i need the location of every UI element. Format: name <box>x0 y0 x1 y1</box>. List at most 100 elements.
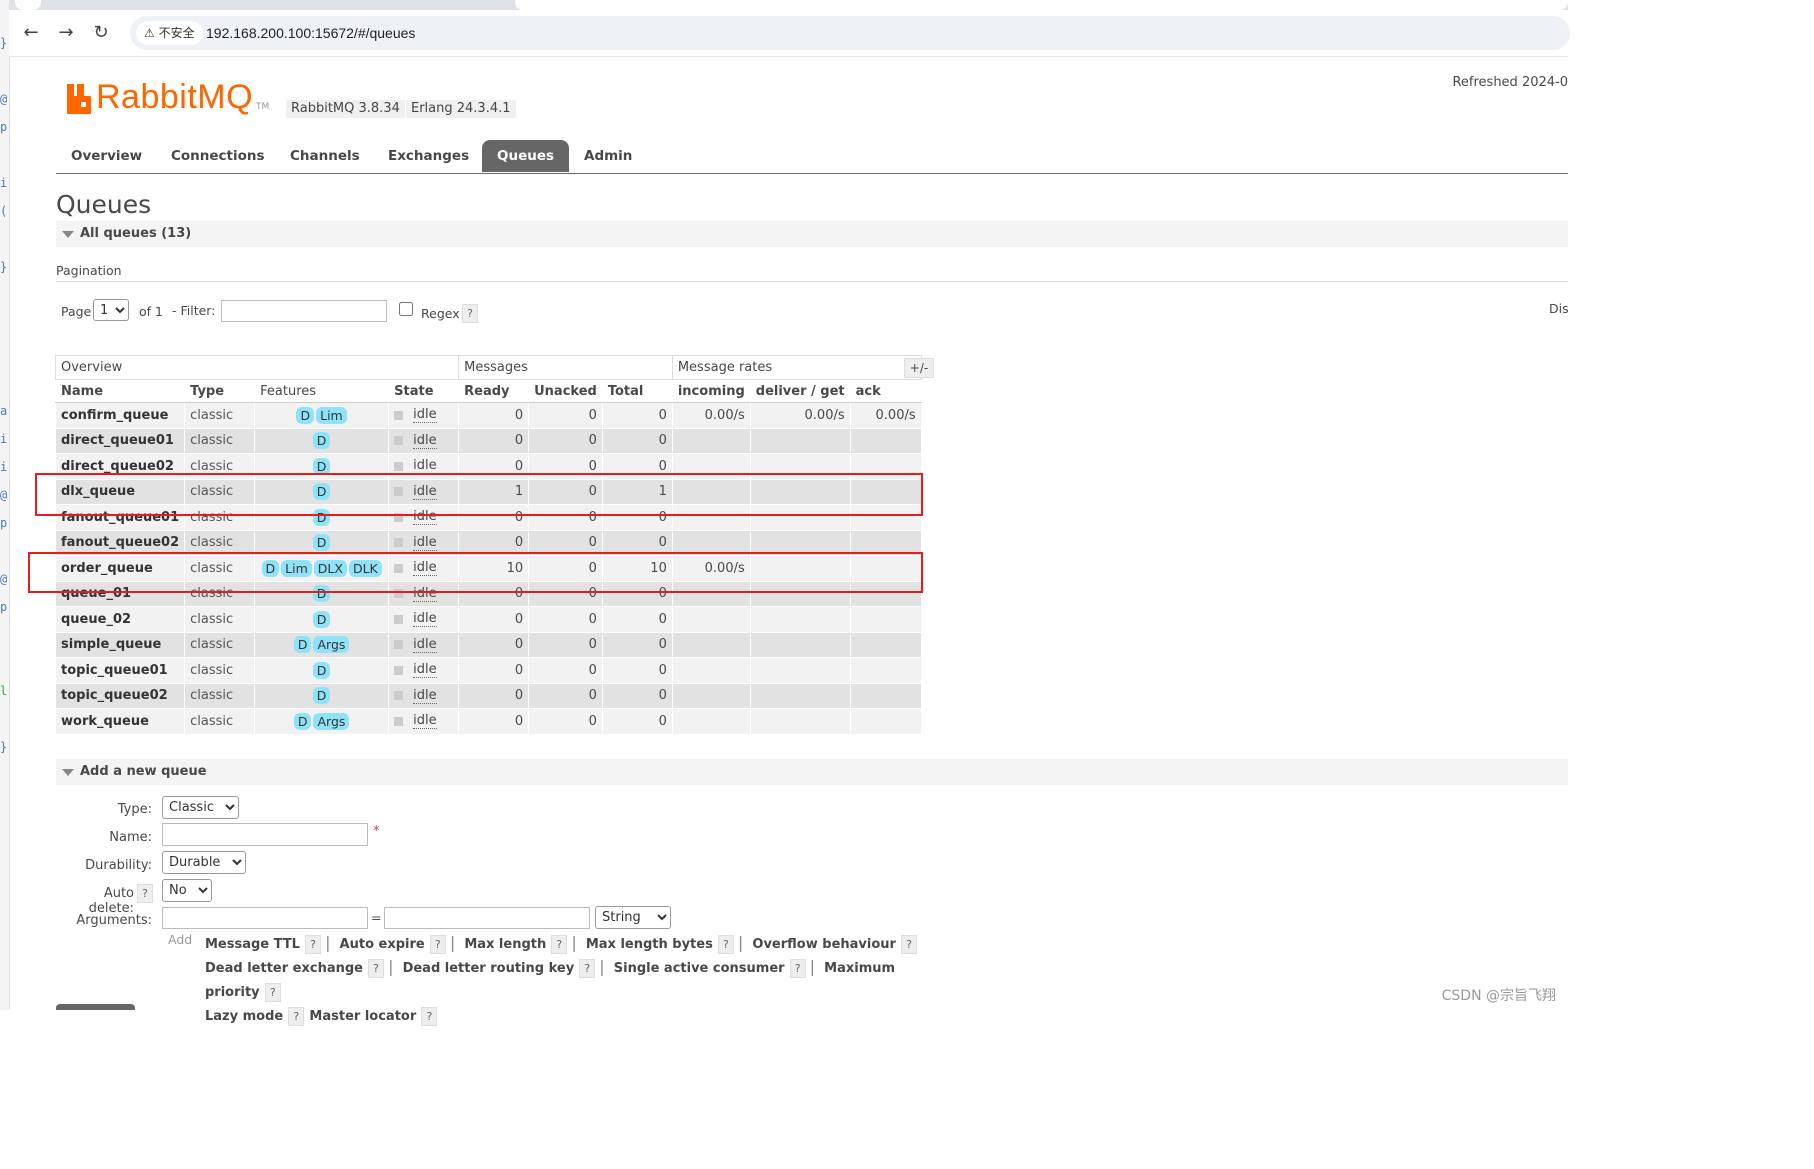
tab-queues[interactable]: Queues <box>482 140 570 172</box>
arg-max-length[interactable]: Max length <box>464 937 546 952</box>
table-row[interactable]: simple_queue classic D Args idle 0 0 0 <box>54 631 922 658</box>
regex-checkbox[interactable] <box>399 302 413 316</box>
feature-badge[interactable]: D <box>296 406 315 424</box>
col-total[interactable]: Total <box>601 379 673 403</box>
feature-badge[interactable]: D <box>312 534 331 552</box>
help-icon[interactable]: ? <box>717 935 734 954</box>
col-name[interactable]: Name <box>54 379 186 403</box>
tab-channels[interactable]: Channels <box>275 140 375 172</box>
back-icon[interactable]: ← <box>20 22 42 44</box>
address-bar[interactable]: ⚠ 不安全 192.168.200.100:15672/#/queues <box>130 16 1570 50</box>
arg-dead-letter-routing-key[interactable]: Dead letter routing key <box>403 961 575 976</box>
arg-single-active-consumer[interactable]: Single active consumer <box>614 961 785 976</box>
messages-ready: 0 <box>458 427 530 454</box>
queue-type-select[interactable]: Classic <box>162 796 239 819</box>
table-row[interactable]: direct_queue01 classic Didle 0 0 0 <box>54 427 922 454</box>
queue-name-link[interactable]: work_queue <box>54 708 186 735</box>
table-row[interactable]: topic_queue02 classic Didle 0 0 0 <box>54 682 922 709</box>
feature-badge[interactable]: Lim <box>316 406 347 424</box>
required-mark: * <box>373 824 380 839</box>
add-queue-button[interactable] <box>56 1004 135 1010</box>
queue-type: classic <box>184 631 256 658</box>
durability-select[interactable]: Durable <box>162 851 246 874</box>
feature-badge[interactable]: D <box>312 610 331 628</box>
table-row[interactable]: confirm_queue classic D Lim idle 0 0 0 0.00/s 0.0… <box>54 402 922 429</box>
auto-delete-help-icon[interactable]: ? <box>137 884 153 903</box>
help-icon[interactable]: ? <box>264 983 281 1002</box>
feature-badge[interactable]: D <box>312 432 331 450</box>
queue-name-link[interactable]: queue_02 <box>54 606 186 633</box>
reload-icon[interactable]: ↻ <box>90 22 112 44</box>
rate-ack <box>849 682 922 709</box>
queue-name-input[interactable] <box>162 823 368 846</box>
arg-overflow-behaviour[interactable]: Overflow behaviour <box>752 937 896 952</box>
tab-exchanges[interactable]: Exchanges <box>373 140 484 172</box>
queue-features: D <box>254 427 390 454</box>
col-state[interactable]: State <box>388 379 460 403</box>
queue-name-link[interactable]: topic_queue02 <box>54 682 186 709</box>
queue-name-link[interactable]: confirm_queue <box>54 402 186 429</box>
tab-admin[interactable]: Admin <box>569 140 647 172</box>
help-icon[interactable]: ? <box>901 935 918 954</box>
queue-type: classic <box>184 682 256 709</box>
auto-delete-select[interactable]: No <box>162 879 212 902</box>
rabbit-logo-icon <box>67 84 91 114</box>
col-type[interactable]: Type <box>184 379 256 403</box>
feature-badge[interactable]: D <box>312 687 331 705</box>
state-indicator: idle <box>394 611 437 627</box>
arg-message-ttl[interactable]: Message TTL <box>205 937 300 952</box>
table-row[interactable]: queue_02 classic Didle 0 0 0 <box>54 606 922 633</box>
help-icon[interactable]: ? <box>368 959 385 978</box>
queue-state: idle <box>388 427 460 454</box>
gutter-glyph: @ <box>0 572 8 586</box>
url-text[interactable]: 192.168.200.100:15672/#/queues <box>206 16 415 50</box>
feature-badge[interactable]: D <box>312 661 331 679</box>
page-select[interactable]: 1 <box>93 299 129 321</box>
col-unacked[interactable]: Unacked <box>528 379 603 403</box>
feature-badge[interactable]: Args <box>313 636 350 654</box>
queue-name-link[interactable]: direct_queue01 <box>54 427 186 454</box>
col-deliver-get[interactable]: deliver / get <box>749 379 851 403</box>
browser-tab-active[interactable] <box>515 0 1568 10</box>
feature-badge[interactable]: D <box>293 636 312 654</box>
security-indicator[interactable]: ⚠ 不安全 <box>136 21 203 45</box>
col-ready[interactable]: Ready <box>458 379 530 403</box>
feature-badge[interactable]: D <box>293 712 312 730</box>
regex-help-icon[interactable]: ? <box>462 304 478 323</box>
help-icon[interactable]: ? <box>421 1007 438 1026</box>
browser-tab[interactable] <box>15 0 41 10</box>
highlight-box-dlx-queue <box>35 473 923 516</box>
arg-max-length-bytes[interactable]: Max length bytes <box>586 937 713 952</box>
arg-lazy-mode[interactable]: Lazy mode <box>205 1009 283 1024</box>
col-incoming[interactable]: incoming <box>671 379 751 403</box>
help-icon[interactable]: ? <box>305 935 322 954</box>
help-icon[interactable]: ? <box>429 935 446 954</box>
forward-icon[interactable]: → <box>55 22 77 44</box>
collapse-triangle-icon <box>62 769 74 776</box>
add-queue-toggle[interactable]: Add a new queue <box>56 759 1568 785</box>
help-icon[interactable]: ? <box>551 935 568 954</box>
arg-dead-letter-exchange[interactable]: Dead letter exchange <box>205 961 363 976</box>
help-icon[interactable]: ? <box>579 959 596 978</box>
col-ack[interactable]: ack <box>849 379 922 403</box>
queue-features: D <box>254 682 390 709</box>
all-queues-toggle[interactable]: All queues (13) <box>56 221 1568 247</box>
display-options-cut[interactable]: Dis <box>1549 301 1569 316</box>
help-icon[interactable]: ? <box>789 959 806 978</box>
table-row[interactable]: work_queue classic D Args idle 0 0 0 <box>54 708 922 735</box>
add-queue-label: Add a new queue <box>80 764 207 779</box>
arg-master-locator[interactable]: Master locator <box>309 1009 416 1024</box>
tab-connections[interactable]: Connections <box>156 140 280 172</box>
queue-name-link[interactable]: topic_queue01 <box>54 657 186 684</box>
argument-value-input[interactable] <box>384 907 590 929</box>
table-row[interactable]: topic_queue01 classic Didle 0 0 0 <box>54 657 922 684</box>
argument-type-select[interactable]: String <box>595 906 671 929</box>
feature-badge[interactable]: Args <box>313 712 350 730</box>
filter-input[interactable] <box>221 300 387 322</box>
columns-toggle-button[interactable]: +/- <box>904 358 934 378</box>
help-icon[interactable]: ? <box>288 1007 305 1026</box>
queue-name-link[interactable]: simple_queue <box>54 631 186 658</box>
arg-auto-expire[interactable]: Auto expire <box>340 937 425 952</box>
argument-key-input[interactable] <box>162 907 368 929</box>
tab-overview[interactable]: Overview <box>56 140 157 172</box>
